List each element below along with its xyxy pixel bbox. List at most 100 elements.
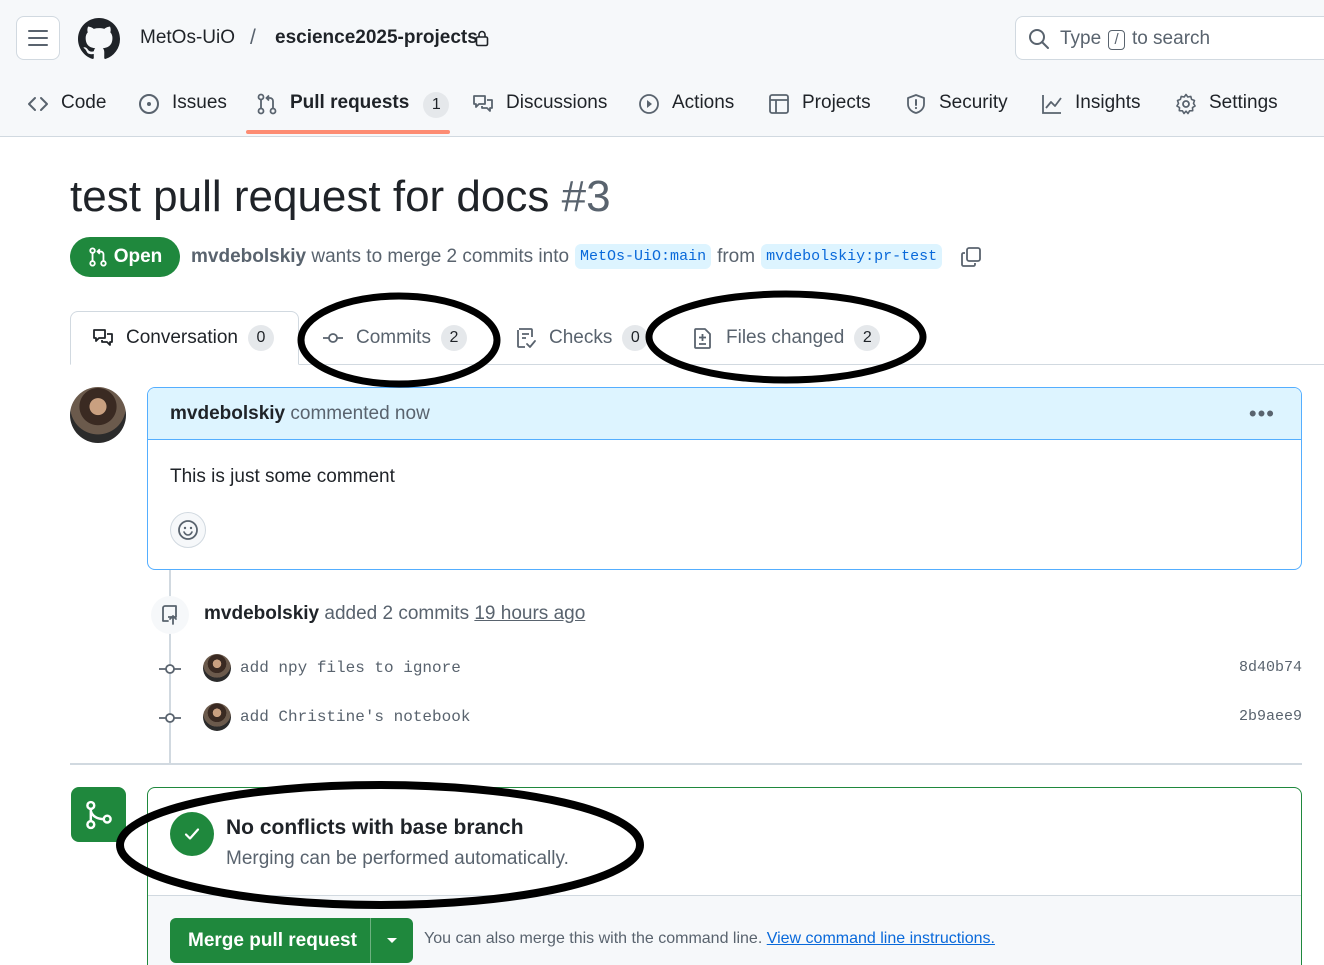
merge-pull-request-button[interactable]: Merge pull request — [170, 918, 413, 963]
search-shortcut-key: / — [1108, 30, 1125, 50]
issue-opened-icon — [139, 94, 159, 114]
push-author-link[interactable]: mvdebolskiy — [204, 603, 319, 624]
merge-status-box: No conflicts with base branch Merging ca… — [147, 787, 1302, 965]
merge-button-label: Merge pull request — [188, 929, 357, 951]
tab-checks-label: Checks — [549, 327, 613, 348]
copy-icon[interactable] — [960, 246, 982, 268]
breadcrumb-separator: / — [250, 26, 256, 49]
hamburger-menu-button[interactable] — [16, 16, 60, 60]
pr-author-link[interactable]: mvdebolskiy — [191, 246, 306, 268]
breadcrumb-owner-link[interactable]: MetOs-UiO — [140, 27, 235, 49]
repo-push-icon — [151, 596, 189, 634]
merge-status-subtitle: Merging can be performed automatically. — [226, 848, 569, 869]
tab-files-changed[interactable]: Files changed 2 — [692, 311, 881, 365]
nav-settings[interactable]: Settings — [1175, 84, 1278, 136]
breadcrumb-repo-link[interactable]: escience2025-projects — [275, 27, 478, 49]
comment-byline: mvdebolskiy commented now — [170, 403, 430, 425]
git-merge-icon — [71, 787, 126, 842]
shield-icon — [907, 94, 925, 114]
repo-header: MetOs-UiO / escience2025-projects Type /… — [0, 0, 1324, 137]
comment-author-link[interactable]: mvdebolskiy — [170, 403, 285, 424]
git-pull-request-icon — [89, 247, 107, 267]
merge-hint-text: You can also merge this with the command… — [424, 930, 763, 947]
timeline-divider — [70, 763, 1302, 765]
nav-actions-label: Actions — [672, 92, 735, 113]
avatar[interactable] — [203, 703, 231, 731]
nav-code-label: Code — [61, 92, 107, 113]
commit-message-link[interactable]: add npy files to ignore — [240, 659, 461, 677]
nav-discussions-label: Discussions — [506, 92, 608, 113]
pr-state-badge: Open — [70, 237, 180, 277]
nav-security[interactable]: Security — [905, 84, 1008, 136]
git-commit-icon — [159, 664, 181, 674]
nav-actions[interactable]: Actions — [638, 84, 734, 136]
nav-issues[interactable]: Issues — [138, 84, 227, 136]
pr-merge-text: wants to merge 2 commits into — [311, 245, 570, 267]
graph-icon — [1042, 95, 1062, 114]
commit-sha-link[interactable]: 2b9aee9 — [1239, 708, 1302, 725]
push-action-text: added 2 commits — [324, 603, 470, 624]
base-branch-label[interactable]: MetOs-UiO:main — [575, 244, 712, 269]
list-item: add npy files to ignore 8d40b74 — [150, 651, 1302, 687]
add-reaction-button[interactable] — [170, 512, 206, 548]
gear-icon — [1176, 93, 1196, 115]
merge-status-title: No conflicts with base branch — [226, 816, 524, 839]
tab-files-changed-label: Files changed — [726, 327, 845, 348]
merge-footer: Merge pull request You can also merge th… — [148, 895, 1301, 965]
nav-discussions[interactable]: Discussions — [472, 84, 607, 136]
table-icon — [769, 94, 789, 114]
comment-action-text: commented now — [290, 403, 430, 424]
tab-conversation[interactable]: Conversation 0 — [70, 311, 299, 365]
avatar[interactable] — [203, 654, 231, 682]
nav-pull-requests-label: Pull requests — [290, 92, 410, 113]
comment-discussion-icon — [93, 329, 113, 346]
pr-number: #3 — [561, 172, 611, 221]
tab-commits-label: Commits — [356, 327, 431, 348]
comment-body: This is just some comment — [170, 466, 395, 487]
nav-projects[interactable]: Projects — [768, 84, 871, 136]
git-commit-icon — [323, 333, 343, 343]
pr-from-text: from — [717, 245, 756, 267]
nav-issues-label: Issues — [172, 92, 227, 113]
pr-state-label: Open — [113, 246, 163, 267]
checks-count-badge: 0 — [622, 325, 649, 351]
smiley-icon — [178, 520, 198, 540]
file-diff-icon — [694, 328, 711, 349]
git-commit-icon — [159, 713, 181, 723]
git-pull-request-icon — [257, 93, 277, 115]
head-branch-label[interactable]: mvdebolskiy:pr-test — [761, 244, 943, 269]
list-item: add Christine's notebook 2b9aee9 — [150, 700, 1302, 736]
code-icon — [28, 97, 48, 111]
tab-checks[interactable]: Checks 0 — [515, 311, 649, 365]
pr-title-text: test pull request for docs — [70, 172, 550, 221]
nav-security-label: Security — [939, 92, 1008, 113]
conversation-count-badge: 0 — [247, 325, 274, 351]
search-input[interactable]: Type / to search — [1015, 16, 1324, 60]
kebab-horizontal-icon[interactable]: ••• — [1249, 401, 1275, 427]
nav-pull-requests[interactable]: Pull requests 1 — [256, 84, 450, 136]
tab-commits[interactable]: Commits 2 — [322, 311, 467, 365]
triangle-down-icon[interactable] — [371, 937, 413, 945]
commits-count-badge: 2 — [440, 325, 467, 351]
search-icon — [1029, 29, 1049, 49]
checklist-icon — [517, 328, 536, 348]
nav-insights[interactable]: Insights — [1041, 84, 1140, 136]
play-icon — [639, 94, 659, 114]
check-icon — [170, 812, 214, 856]
search-placeholder: Type / to search — [1060, 28, 1211, 50]
active-tab-underline — [246, 130, 450, 134]
commit-sha-link[interactable]: 8d40b74 — [1239, 659, 1302, 676]
pr-meta-line: mvdebolskiy wants to merge 2 commits int… — [191, 244, 982, 269]
timeline-push-event: mvdebolskiy added 2 commits 19 hours ago — [204, 603, 585, 625]
avatar[interactable] — [70, 387, 126, 443]
github-logo-icon[interactable] — [78, 18, 120, 60]
nav-settings-label: Settings — [1209, 92, 1278, 113]
nav-code[interactable]: Code — [27, 84, 106, 136]
tab-conversation-label: Conversation — [126, 327, 238, 348]
commit-message-link[interactable]: add Christine's notebook — [240, 708, 470, 726]
comment-discussion-icon — [473, 95, 493, 112]
comment-header: mvdebolskiy commented now ••• — [148, 388, 1301, 440]
push-time-link[interactable]: 19 hours ago — [474, 603, 585, 624]
command-line-instructions-link[interactable]: View command line instructions. — [767, 930, 995, 947]
pull-requests-count-badge: 1 — [423, 92, 450, 118]
